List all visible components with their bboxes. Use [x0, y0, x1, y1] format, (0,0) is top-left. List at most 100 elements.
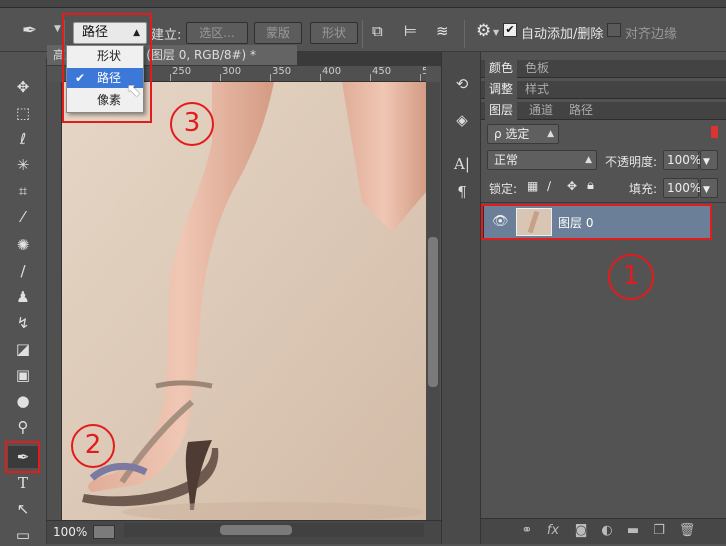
panels-dock: 颜色 色板 调整 样式 图层 通道 路径 ρ 选定 ▲ 正常 ▲ 不透明度: 100…	[481, 52, 726, 544]
path-arrangement-icon[interactable]: ≋	[436, 22, 449, 40]
collapsed-panel-strip: ⟲ ◈ A| ¶	[441, 52, 481, 544]
ruler-label: 500	[422, 66, 426, 77]
make-selection-button[interactable]: 选区...	[186, 22, 248, 44]
layer-filter-dropdown[interactable]: ρ 选定 ▲	[487, 124, 559, 144]
blend-mode-value: 正常	[494, 153, 519, 167]
crop-tool-icon[interactable]: ⌗	[8, 180, 38, 202]
layers-panel-tabs: 图层 通道 路径	[481, 102, 726, 120]
paragraph-panel-icon[interactable]: ¶	[450, 180, 474, 204]
new-layer-icon[interactable]: ❐	[649, 523, 669, 541]
marquee-tool-icon[interactable]: ⬚	[8, 102, 38, 124]
history-panel-icon[interactable]: ⟲	[450, 72, 474, 96]
auto-add-delete-label: 自动添加/删除	[521, 27, 604, 42]
path-operations-icon[interactable]: ⧉	[372, 22, 383, 40]
horizontal-scrollbar[interactable]	[124, 523, 424, 537]
annotation-box-pen	[5, 441, 40, 473]
blend-mode-dropdown[interactable]: 正常 ▲	[487, 150, 597, 170]
ruler-tick	[270, 74, 271, 81]
create-label: 建立:	[151, 28, 182, 43]
trash-icon[interactable]: 🗑︎	[677, 523, 697, 541]
layer-filter-value: ρ 选定	[494, 127, 530, 141]
photo-legs-heels	[62, 82, 426, 520]
ruler-tick	[420, 74, 421, 81]
scrollbar-thumb[interactable]	[220, 525, 292, 535]
ruler-tick	[370, 74, 371, 81]
fill-input[interactable]: 100%	[663, 178, 702, 198]
make-mask-button[interactable]: 蒙版	[254, 22, 302, 44]
vertical-scrollbar[interactable]	[426, 82, 440, 520]
gradient-tool-icon[interactable]: ▣	[8, 364, 38, 386]
ruler-label: 450	[372, 66, 392, 77]
clone-stamp-icon[interactable]: ♟	[8, 286, 38, 308]
add-mask-icon[interactable]: ◙	[571, 523, 591, 541]
ruler-label: 350	[272, 66, 292, 77]
eraser-tool-icon[interactable]: ◪	[8, 338, 38, 360]
annotation-number-3: 3	[170, 102, 214, 146]
auto-add-delete-checkbox[interactable]: ✔	[503, 23, 517, 37]
image-canvas[interactable]	[62, 82, 426, 520]
3d-panel-icon[interactable]: ◈	[450, 108, 474, 132]
adjust-panel-tabs: 调整 样式	[481, 81, 726, 99]
layers-bottom-bar: ⚭ fx ◙ ◐ ▬ ❐ 🗑︎	[481, 518, 726, 544]
lock-image-icon[interactable]: ∕	[547, 179, 551, 193]
ruler-label: 400	[322, 66, 342, 77]
annotation-number-1: 1	[608, 254, 654, 300]
tab-color[interactable]: 颜色	[485, 60, 518, 78]
type-tool-icon[interactable]: T	[8, 472, 38, 494]
brush-tool-icon[interactable]: ∕	[8, 260, 38, 282]
history-brush-icon[interactable]: ↯	[8, 312, 38, 334]
align-edges-label: 对齐边缘	[625, 27, 678, 42]
tab-swatches[interactable]: 色板	[521, 60, 553, 78]
annotation-box-layer	[481, 204, 712, 240]
align-edges-checkbox[interactable]	[607, 23, 621, 37]
opacity-value: 100%	[667, 153, 702, 167]
lasso-tool-icon[interactable]: ℓ	[8, 128, 38, 150]
fill-dropdown[interactable]: ▼	[700, 178, 718, 198]
lock-transparent-icon[interactable]: ▦	[527, 179, 538, 193]
gear-icon[interactable]: ⚙	[476, 21, 491, 41]
make-shape-button[interactable]: 形状	[310, 22, 358, 44]
fill-label: 填充:	[629, 182, 658, 196]
pen-icon[interactable]: ✒	[22, 20, 37, 41]
move-tool-icon[interactable]: ✥	[8, 76, 38, 98]
lock-label: 锁定:	[489, 182, 518, 196]
eyedropper-icon[interactable]: ⁄	[8, 206, 38, 228]
character-panel-icon[interactable]: A|	[450, 152, 474, 176]
opacity-input[interactable]: 100%	[663, 150, 702, 170]
tab-adjustments[interactable]: 调整	[485, 81, 518, 99]
ruler-tick	[170, 74, 171, 81]
scrollbar-thumb[interactable]	[428, 237, 438, 387]
ruler-tick	[220, 74, 221, 81]
fx-icon[interactable]: fx	[543, 523, 563, 541]
adjustment-layer-icon[interactable]: ◐	[597, 523, 617, 541]
opacity-dropdown[interactable]: ▼	[700, 150, 718, 170]
lock-all-icon[interactable]: 🔒︎	[587, 178, 594, 193]
ruler-label: 300	[222, 66, 242, 77]
blur-tool-icon[interactable]: ●	[8, 390, 38, 412]
tab-styles[interactable]: 样式	[521, 81, 553, 99]
annotation-box-mode	[62, 13, 152, 123]
fill-value: 100%	[667, 181, 702, 195]
rectangle-tool-icon[interactable]: ▭	[8, 524, 38, 546]
path-selection-icon[interactable]: ↖	[8, 498, 38, 520]
link-layers-icon[interactable]: ⚭	[517, 523, 537, 541]
chevron-down-icon[interactable]: ▼	[54, 24, 61, 34]
dodge-tool-icon[interactable]: ⚲	[8, 416, 38, 438]
lock-position-icon[interactable]: ✥	[567, 179, 577, 193]
tab-paths[interactable]: 路径	[565, 102, 597, 120]
filter-toggle-icon[interactable]	[711, 126, 718, 138]
zoom-level[interactable]: 100%	[53, 525, 87, 539]
chevron-down-icon[interactable]: ▼	[493, 28, 499, 37]
opacity-label: 不透明度:	[605, 155, 658, 169]
status-info-icon[interactable]	[93, 525, 115, 539]
tab-channels[interactable]: 通道	[525, 102, 557, 120]
healing-brush-icon[interactable]: ✺	[8, 234, 38, 256]
annotation-number-2: 2	[71, 424, 115, 468]
tab-layers[interactable]: 图层	[485, 102, 518, 120]
vertical-ruler	[47, 82, 62, 520]
new-group-icon[interactable]: ▬	[623, 523, 643, 541]
menu-bar	[0, 0, 726, 8]
magic-wand-icon[interactable]: ✳	[8, 154, 38, 176]
ruler-label: 250	[172, 66, 192, 77]
path-alignment-icon[interactable]: ⊨	[404, 22, 417, 40]
